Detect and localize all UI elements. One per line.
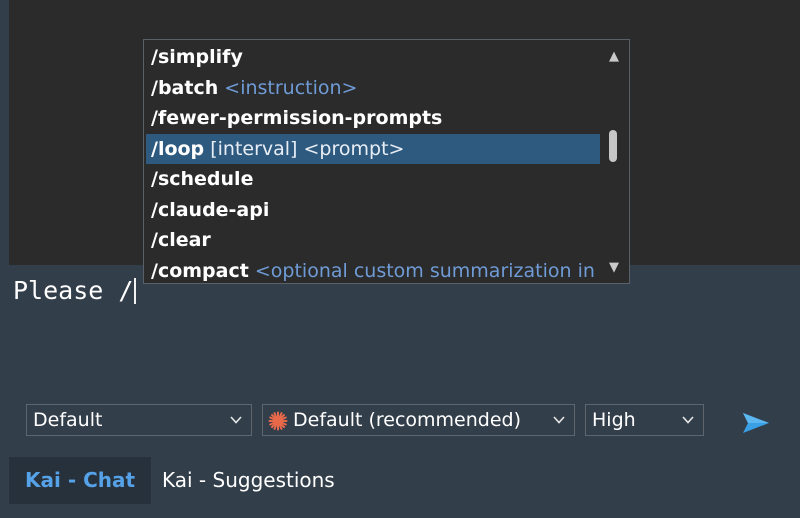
bottom-tab-bar: Kai - Chat Kai - Suggestions [0, 455, 800, 518]
chevron-down-icon [553, 416, 565, 424]
chevron-down-icon [682, 416, 694, 424]
command-name: /batch [151, 76, 219, 99]
command-args: <instruction> [218, 76, 358, 99]
command-name: /compact [151, 259, 249, 282]
command-list: /simplify /batch <instruction> /fewer-pe… [146, 42, 600, 284]
command-name: /simplify [151, 46, 243, 68]
command-name: /claude-api [151, 198, 270, 221]
effort-select[interactable]: High [585, 404, 704, 436]
command-item-selected[interactable]: /loop [interval] <prompt> [146, 133, 600, 164]
popup-scrollbar[interactable]: ▲ ▼ [601, 42, 627, 281]
command-autocomplete-popup: /simplify /batch <instruction> /fewer-pe… [143, 39, 630, 284]
send-icon[interactable] [741, 410, 771, 436]
scroll-up-arrow-icon[interactable]: ▲ [601, 46, 627, 68]
scroll-down-arrow-icon[interactable]: ▼ [601, 257, 627, 279]
mode-select-value: Default [33, 409, 103, 431]
command-item[interactable]: /compact <optional custom summarization … [146, 256, 600, 284]
scrollbar-thumb[interactable] [609, 130, 617, 162]
command-args: <optional custom summarization in [248, 259, 595, 282]
chat-input[interactable]: Please / [13, 276, 137, 305]
tab-kai-suggestions[interactable]: Kai - Suggestions [146, 457, 351, 504]
command-item[interactable]: /fewer-permission-prompts [146, 103, 600, 134]
command-item[interactable]: /claude-api [146, 195, 600, 226]
text-caret [134, 278, 137, 304]
command-item[interactable]: /clear [146, 225, 600, 256]
left-border [0, 0, 9, 265]
command-item[interactable]: /batch <instruction> [146, 73, 600, 104]
model-select-value: Default (recommended) [293, 409, 521, 431]
chat-input-value: Please / [13, 276, 134, 305]
command-name: /loop [151, 137, 205, 160]
asterisk-burst-icon [268, 411, 288, 431]
tab-kai-chat[interactable]: Kai - Chat [9, 457, 152, 504]
command-item[interactable]: /simplify [146, 42, 600, 73]
command-name: /schedule [151, 168, 254, 190]
command-item[interactable]: /schedule [146, 164, 600, 195]
command-name: /clear [151, 229, 211, 251]
effort-select-value: High [592, 409, 636, 431]
command-args: [interval] <prompt> [204, 137, 405, 160]
mode-select[interactable]: Default [26, 404, 252, 436]
chevron-down-icon [230, 416, 242, 424]
command-name: /fewer-permission-prompts [151, 107, 443, 129]
model-select[interactable]: Default (recommended) [262, 404, 575, 436]
